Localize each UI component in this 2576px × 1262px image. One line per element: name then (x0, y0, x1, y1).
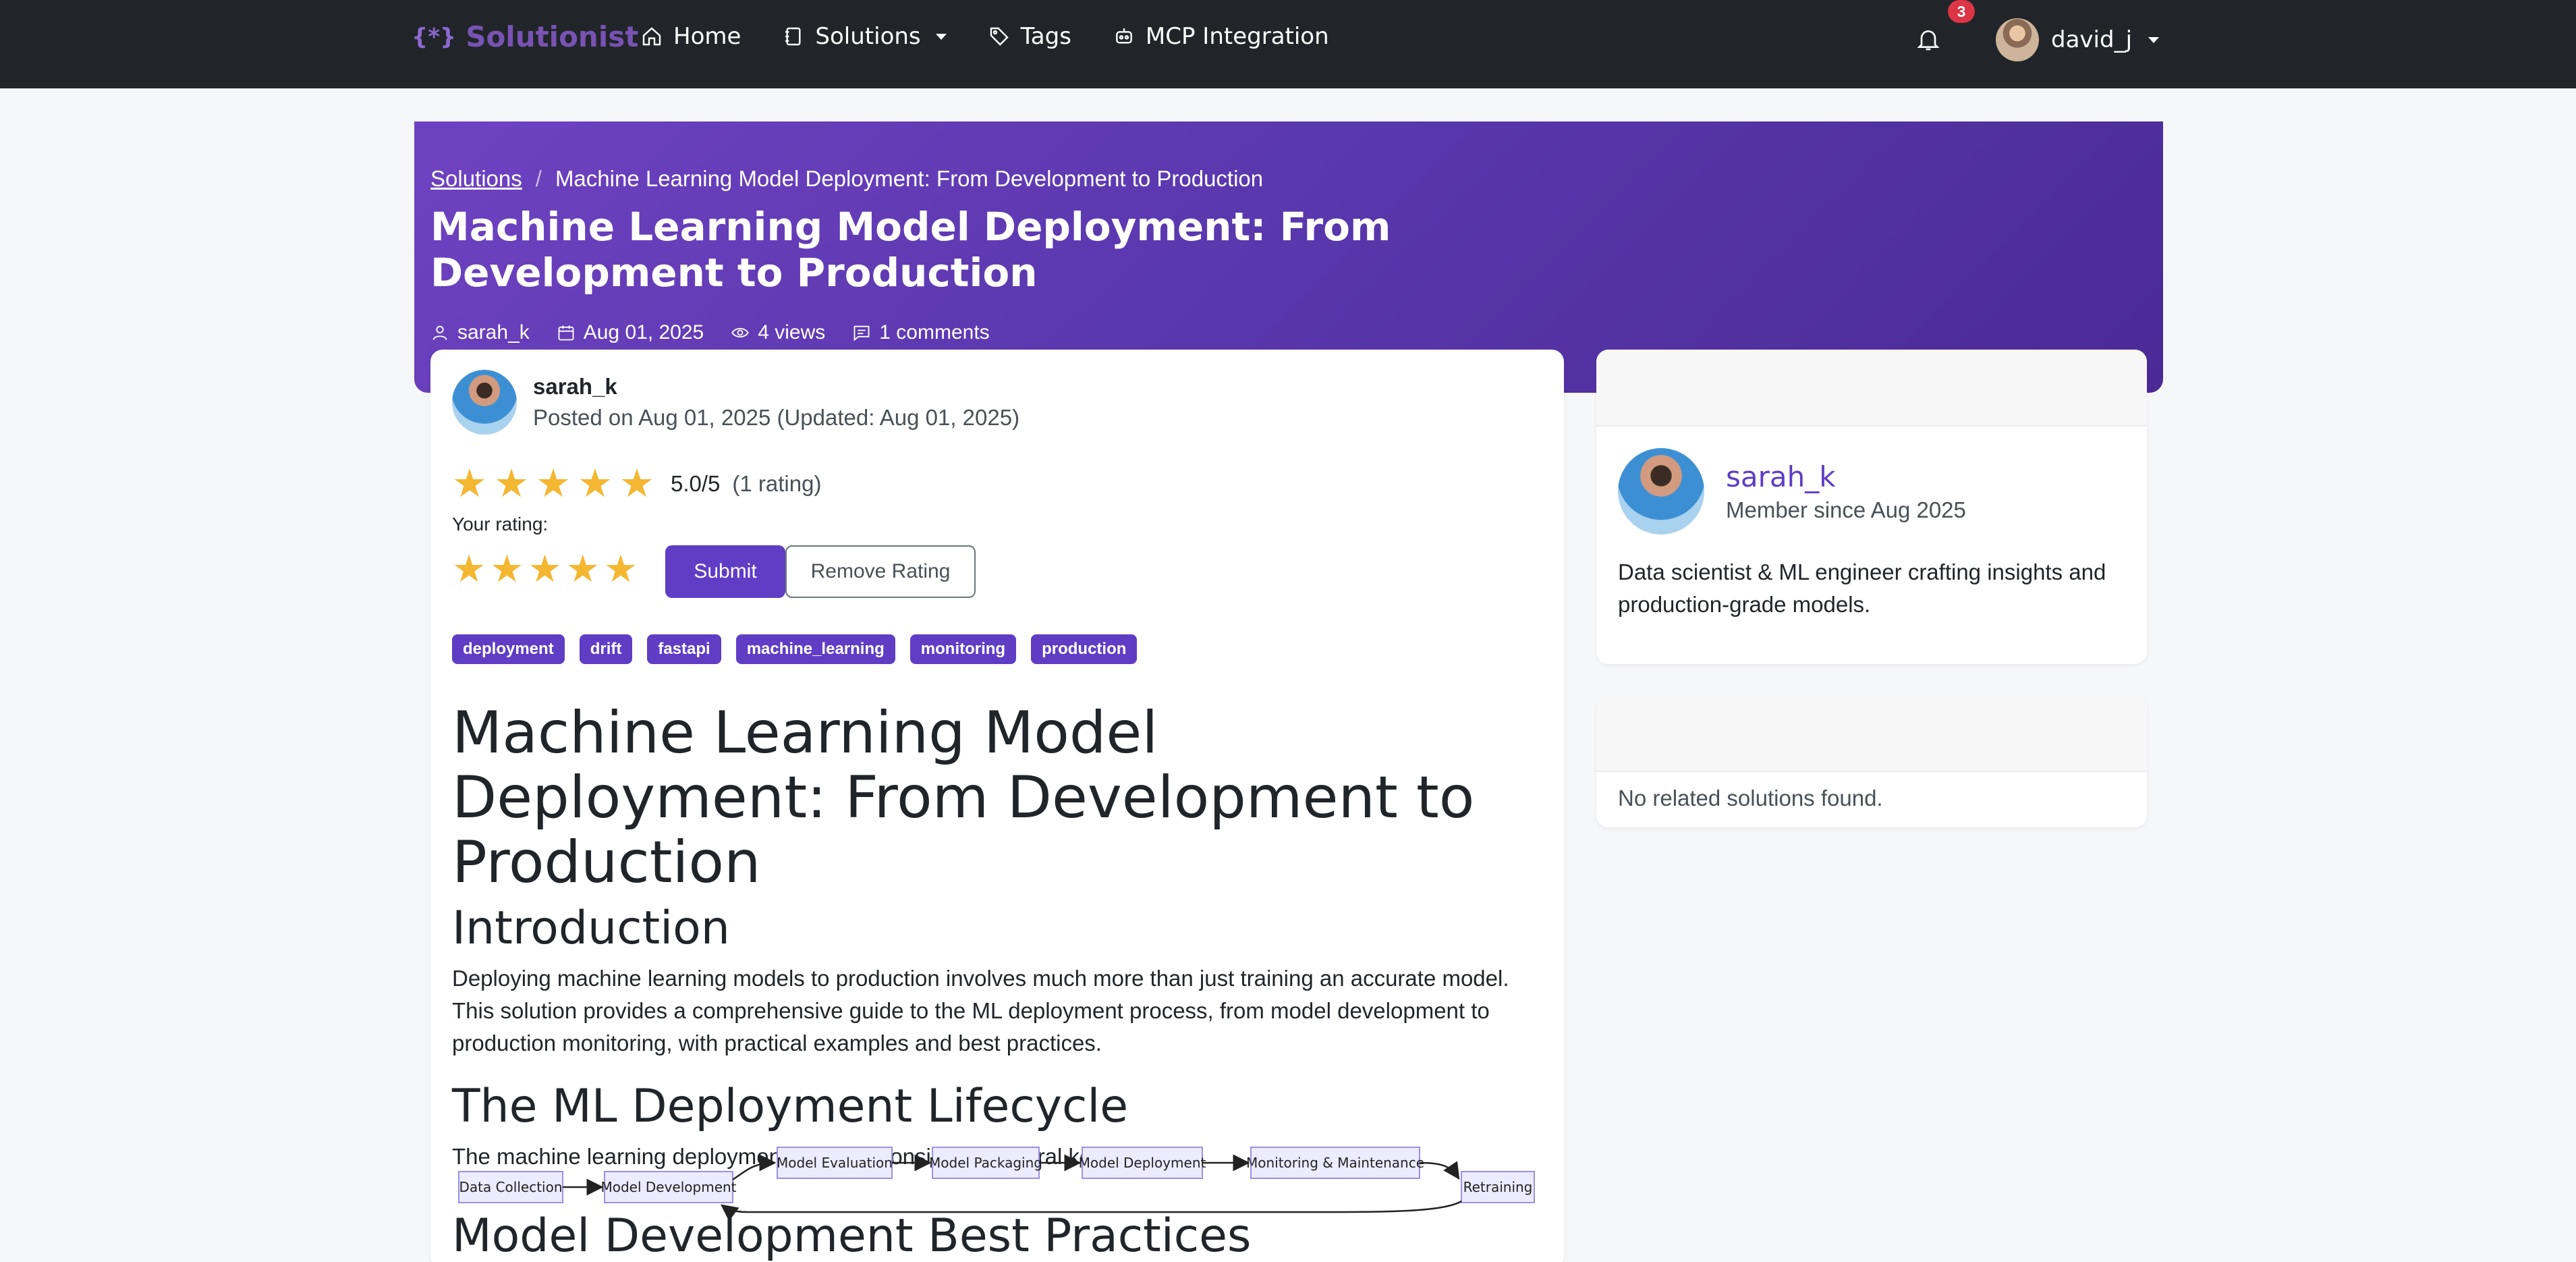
author-bio: Data scientist & ML engineer crafting in… (1618, 559, 2106, 617)
nav-item-label: MCP Integration (1145, 23, 1329, 50)
nav-item-solutions[interactable]: Solutions (783, 23, 947, 50)
tag-icon (990, 27, 1009, 46)
meta-date-text: Aug 01, 2025 (583, 321, 704, 344)
flow-edge (732, 1154, 777, 1181)
related-solutions-header (1596, 695, 2147, 772)
meta-author-name: sarah_k (457, 321, 530, 344)
brand-icon: {*} (412, 23, 457, 51)
solution-card: sarah_k Posted on Aug 01, 2025 (Updated:… (430, 350, 1564, 1262)
flow-node-label: Model Development (600, 1179, 736, 1195)
breadcrumb-link-solutions[interactable]: Solutions (430, 166, 522, 192)
flow-node-label: Monitoring & Maintenance (1246, 1155, 1424, 1171)
person-icon (432, 325, 447, 340)
author-card: sarah_k Member since Aug 2025 Data scien… (1596, 350, 2147, 664)
meta-views-text: 4 views (758, 321, 826, 344)
meta-author: sarah_k (430, 321, 530, 344)
meta-date: Aug 01, 2025 (557, 321, 704, 344)
avatar (1996, 18, 2039, 61)
author-card-header (1596, 350, 2147, 427)
chevron-down-icon (2148, 36, 2160, 43)
meta-views: 4 views (731, 321, 825, 344)
robot-icon (1116, 28, 1132, 44)
nav-menu: Home Solutions Tags MCP Integration (641, 23, 1329, 50)
related-solutions-card: No related solutions found. (1596, 695, 2147, 827)
breadcrumb-current: Machine Learning Model Deployment: From … (555, 166, 1264, 191)
nav-item-label: Solutions (815, 23, 921, 50)
bell-icon[interactable] (1915, 24, 1942, 54)
nav-item-mcp-integration[interactable]: MCP Integration (1113, 23, 1329, 50)
post-meta: sarah_k Aug 01, 2025 4 views 1 comments (430, 321, 990, 344)
flow-node-label: Model Deployment (1079, 1155, 1206, 1171)
nav-item-tags[interactable]: Tags (988, 23, 1071, 50)
author-card-profile: sarah_k Member since Aug 2025 (1618, 448, 1966, 534)
page-title: Machine Learning Model Deployment: From … (430, 204, 1391, 296)
flow-edge (1419, 1161, 1460, 1180)
flow-node-label: Retraining (1463, 1179, 1533, 1195)
nav-item-home[interactable]: Home (641, 23, 741, 50)
breadcrumb-separator: / (535, 166, 542, 191)
username: david_j (2051, 26, 2133, 53)
breadcrumb: Solutions / Machine Learning Model Deplo… (430, 166, 1263, 192)
notification-badge: 3 (1948, 0, 1975, 23)
author-card-name[interactable]: sarah_k (1726, 460, 1966, 493)
lifecycle-flow-diagram: Data Collection Model Development Model … (458, 1147, 1535, 1222)
related-empty-text: No related solutions found. (1618, 786, 1883, 811)
eye-icon (731, 327, 749, 338)
brand-name: Solutionist (466, 20, 639, 53)
home-icon (642, 27, 661, 46)
meta-comments-text: 1 comments (879, 321, 990, 344)
member-since: Member since Aug 2025 (1726, 497, 1966, 522)
flow-node-label: Data Collection (459, 1179, 562, 1195)
brand-logo[interactable]: {*} Solutionist (412, 20, 638, 53)
journal-icon (785, 27, 801, 46)
flow-node-label: Model Packaging (929, 1155, 1042, 1171)
flow-node-label: Model Evaluation (777, 1155, 893, 1171)
user-menu[interactable]: david_j (1996, 18, 2160, 61)
top-navbar: {*} Solutionist Home Solutions Tags MCP … (0, 0, 2576, 88)
section-heading-best-practices: Model Development Best Practices (452, 1209, 1252, 1262)
nav-item-label: Tags (1020, 23, 1071, 50)
nav-item-label: Home (673, 23, 741, 50)
chat-icon (853, 325, 870, 341)
meta-comments: 1 comments (852, 321, 990, 344)
calendar-icon (558, 325, 574, 341)
chevron-down-icon (935, 33, 947, 40)
avatar (1618, 448, 1704, 534)
